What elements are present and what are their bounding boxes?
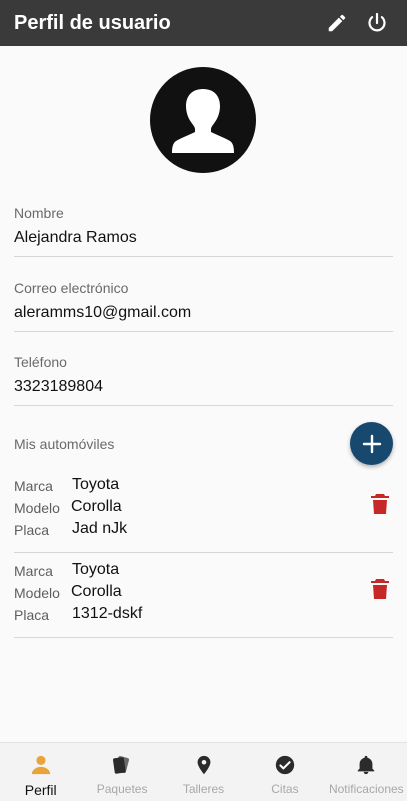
cards-icon	[113, 756, 130, 774]
plate-label: Placa	[14, 607, 50, 623]
nav-label: Perfil	[24, 782, 57, 798]
plate-label: Placa	[14, 522, 50, 538]
car-item: Marca Toyota Modelo Corolla Placa Jad nJ…	[14, 466, 393, 553]
phone-value: 3323189804	[14, 378, 103, 395]
name-value: Alejandra Ramos	[14, 229, 137, 246]
nav-item-citas[interactable]: Citas	[244, 743, 325, 801]
app-bar: Perfil de usuario	[0, 0, 407, 46]
nav-label: Citas	[271, 782, 299, 796]
cars-section-title: Mis automóviles	[14, 436, 115, 452]
model-label: Modelo	[14, 500, 60, 516]
name-field: Nombre Alejandra Ramos	[14, 205, 393, 257]
nav-item-paquetes[interactable]: Paquetes	[81, 743, 162, 801]
plate-value: Jad nJk	[72, 520, 128, 537]
brand-value: Toyota	[72, 561, 120, 578]
bell-icon	[358, 755, 375, 775]
edit-profile-button[interactable]	[317, 5, 357, 41]
car-brand-row: Marca Toyota	[14, 561, 119, 583]
car-plate-row: Placa Jad nJk	[14, 520, 127, 542]
car-model-row: Modelo Corolla	[14, 583, 122, 605]
trash-icon	[371, 494, 389, 514]
nav-item-notificaciones[interactable]: Notificaciones	[326, 743, 407, 801]
nav-item-talleres[interactable]: Talleres	[163, 743, 244, 801]
check-circle-icon	[275, 755, 295, 775]
bottom-navigation: Perfil Paquetes Talleres Citas Notificac…	[0, 742, 407, 801]
delete-car-button[interactable]	[370, 577, 390, 601]
logout-button[interactable]	[357, 5, 397, 41]
email-field: Correo electrónico aleramms10@gmail.com	[14, 280, 393, 332]
delete-car-button[interactable]	[370, 492, 390, 516]
add-car-button[interactable]	[350, 422, 393, 465]
brand-value: Toyota	[72, 476, 120, 493]
nav-item-perfil[interactable]: Perfil	[0, 743, 81, 801]
model-value: Corolla	[71, 498, 122, 515]
name-label: Nombre	[14, 205, 64, 221]
plate-value: 1312-dskf	[72, 605, 143, 622]
avatar[interactable]	[150, 67, 256, 173]
nav-label: Paquetes	[96, 782, 148, 796]
phone-field: Teléfono 3323189804	[14, 354, 393, 406]
nav-label: Talleres	[182, 782, 225, 796]
brand-label: Marca	[14, 563, 53, 579]
plus-icon	[362, 434, 381, 453]
email-value: aleramms10@gmail.com	[14, 304, 192, 321]
car-item: Marca Toyota Modelo Corolla Placa 1312-d…	[14, 551, 393, 638]
brand-label: Marca	[14, 478, 53, 494]
car-model-row: Modelo Corolla	[14, 498, 122, 520]
email-label: Correo electrónico	[14, 280, 129, 296]
model-value: Corolla	[71, 583, 122, 600]
phone-label: Teléfono	[14, 354, 67, 370]
model-label: Modelo	[14, 585, 60, 601]
page-title: Perfil de usuario	[14, 11, 171, 34]
person-silhouette-icon	[172, 89, 234, 153]
car-plate-row: Placa 1312-dskf	[14, 605, 142, 627]
power-icon	[368, 12, 386, 32]
trash-icon	[371, 579, 389, 599]
map-pin-icon	[197, 755, 210, 775]
pencil-icon	[328, 14, 346, 32]
nav-label: Notificaciones	[328, 782, 404, 796]
car-brand-row: Marca Toyota	[14, 476, 119, 498]
person-icon	[31, 755, 50, 775]
